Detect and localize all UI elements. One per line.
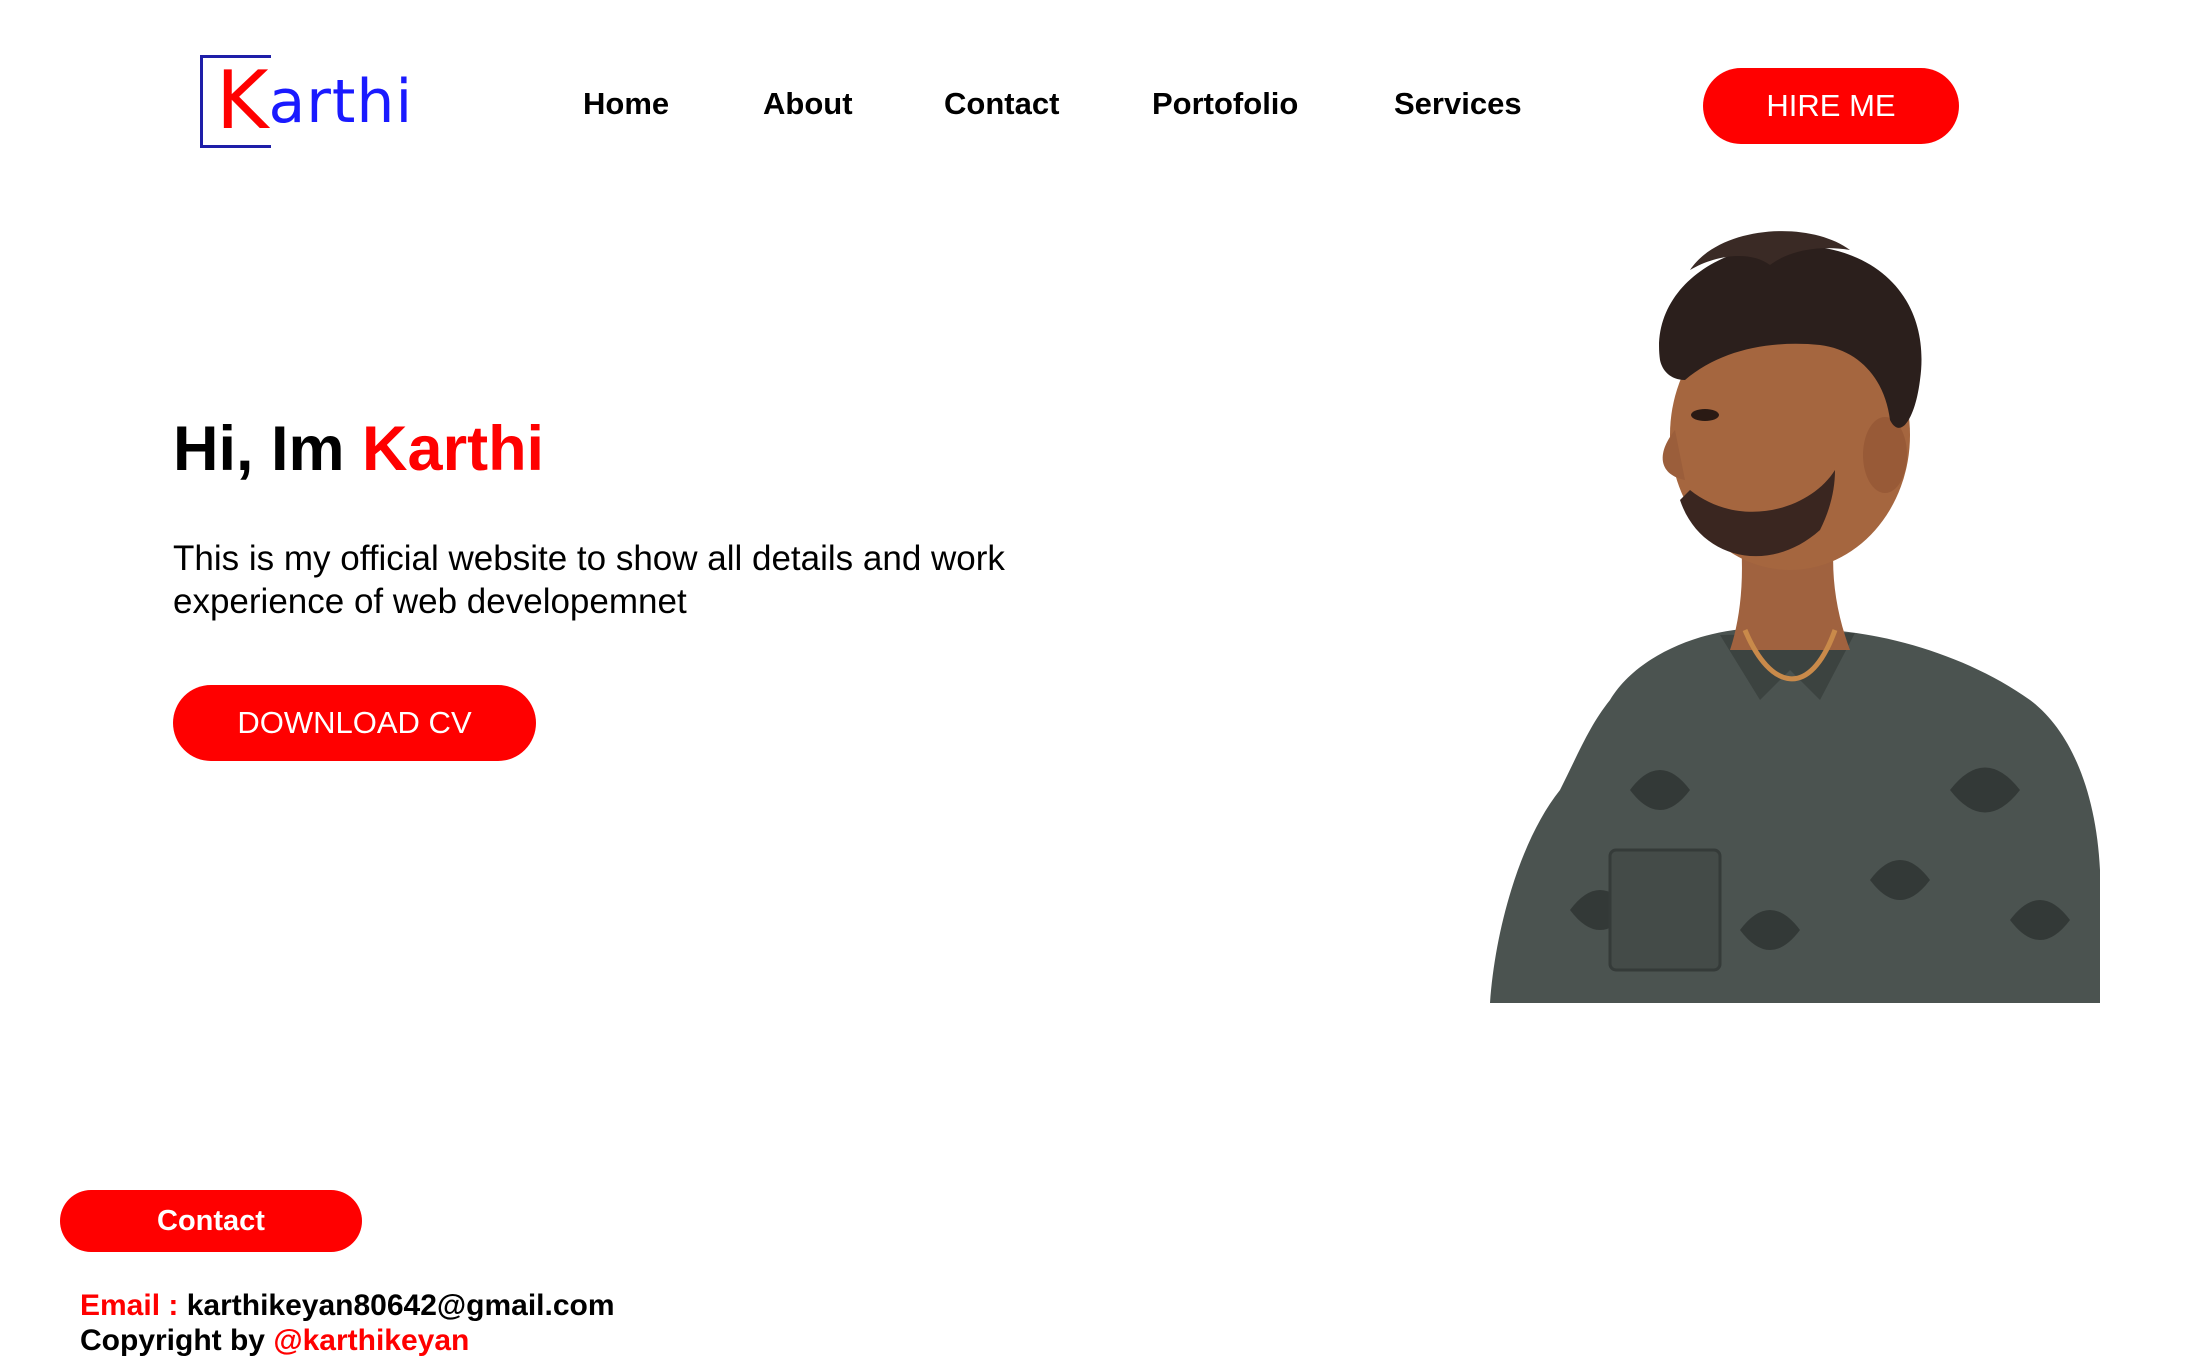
site-logo[interactable]: Karthi [200, 55, 414, 155]
hero-description: This is my official website to show all … [173, 539, 1005, 621]
copyright-handle[interactable]: @karthikeyan [273, 1324, 469, 1357]
hero-greeting: Hi, Im [173, 414, 345, 484]
copyright-label: Copyright by [80, 1324, 265, 1357]
nav-item-portfolio[interactable]: Portofolio [1152, 86, 1298, 122]
logo-text: Karthi [216, 55, 414, 141]
person-portrait-icon [1490, 231, 2100, 1003]
email-line: Email : karthikeyan80642@gmail.com [80, 1288, 615, 1323]
footer-info: Email : karthikeyan80642@gmail.com Copyr… [80, 1288, 615, 1358]
nav-item-about[interactable]: About [763, 86, 853, 122]
contact-button[interactable]: Contact [60, 1190, 362, 1252]
copyright-line: Copyright by @karthikeyan [80, 1323, 615, 1358]
nav-item-contact[interactable]: Contact [944, 86, 1059, 122]
nav-item-home[interactable]: Home [583, 86, 669, 122]
nav-item-services[interactable]: Services [1394, 86, 1522, 122]
logo-rest: arthi [268, 67, 414, 137]
email-value[interactable]: karthikeyan80642@gmail.com [187, 1289, 615, 1322]
hero-name: Karthi [362, 414, 545, 484]
hero-title: Hi, Im Karthi [173, 414, 545, 484]
logo-initial: K [216, 54, 269, 147]
download-cv-button[interactable]: DOWNLOAD CV [173, 685, 536, 761]
email-label: Email : [80, 1289, 179, 1322]
hire-me-button[interactable]: HIRE ME [1703, 68, 1959, 144]
